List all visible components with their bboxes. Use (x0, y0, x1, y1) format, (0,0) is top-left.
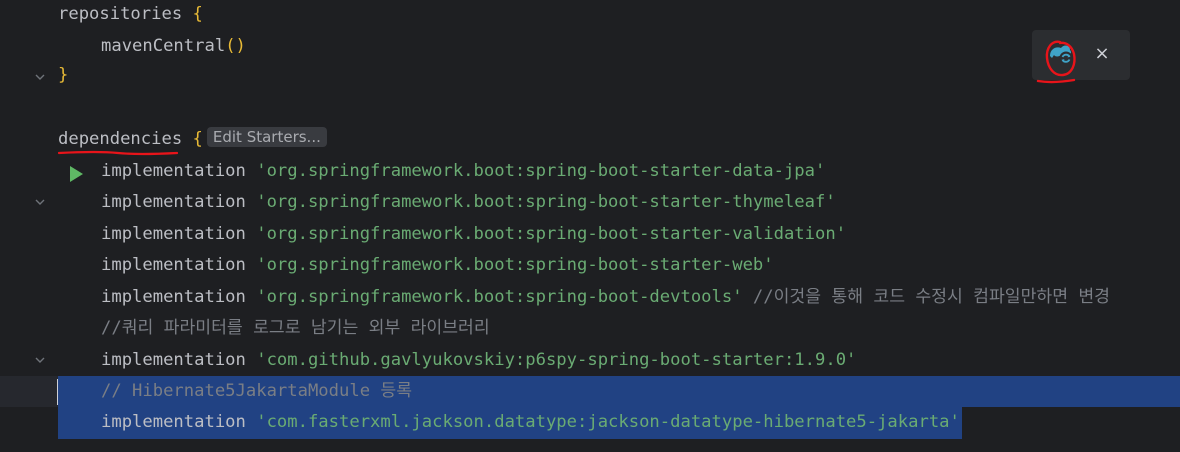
code-brace: { (192, 4, 203, 24)
load-gradle-changes-popup: × (1032, 30, 1130, 80)
code-keyword: implementation (101, 223, 257, 244)
code-token: dependencies (58, 129, 193, 149)
code-comment: //이것을 통해 코드 수정시 컴파일만하면 변경 (742, 286, 1110, 307)
fold-chevron-icon[interactable] (34, 291, 46, 363)
code-string: 'org.springframework.boot:spring-boot-st… (256, 192, 836, 212)
code-line-comment[interactable]: //쿼리 파라미터를 로그로 남기는 외부 라이브러리 (0, 313, 1180, 345)
code-token: repositories (58, 4, 193, 24)
code-line-mavencentral[interactable]: mavenCentral() (0, 31, 1180, 63)
code-paren: () (225, 35, 246, 56)
code-line-comment-selected[interactable]: // Hibernate5JakartaModule 등록 (0, 375, 1180, 407)
code-line-implementation-selected[interactable]: implementation 'com.fasterxml.jackson.da… (0, 407, 1180, 439)
fold-chevron-icon[interactable] (34, 133, 46, 205)
code-string: 'org.springframework.boot:spring-boot-st… (256, 223, 847, 244)
code-brace: { (192, 129, 203, 149)
code-keyword: implementation (101, 255, 257, 275)
code-line-implementation[interactable]: implementation 'com.github.gavlyukovskiy… (0, 345, 1180, 402)
code-keyword: implementation (101, 349, 257, 370)
code-token: mavenCentral (101, 35, 226, 56)
code-line-implementation[interactable]: implementation 'org.springframework.boot… (0, 156, 1180, 188)
code-line-implementation[interactable]: implementation 'org.springframework.boot… (0, 219, 1180, 251)
code-line-close-brace[interactable]: } (0, 60, 1180, 92)
code-brace: } (58, 65, 69, 85)
code-string: 'org.springframework.boot:spring-boot-st… (256, 255, 774, 275)
code-keyword: implementation (101, 160, 257, 181)
code-string: 'org.springframework.boot:spring-boot-st… (256, 160, 826, 181)
code-line-implementation[interactable]: implementation 'org.springframework.boot… (0, 282, 1180, 363)
run-gutter-icon[interactable] (6, 131, 84, 182)
code-keyword: implementation (101, 192, 257, 212)
intention-bulb-icon[interactable] (67, 350, 151, 402)
code-keyword: implementation (101, 286, 257, 307)
fold-chevron-icon[interactable] (34, 8, 46, 80)
code-line-repositories[interactable]: repositories { (0, 0, 1180, 80)
gradle-sync-icon[interactable] (1046, 40, 1076, 70)
code-string: 'org.springframework.boot:spring-boot-de… (256, 286, 743, 307)
code-comment: //쿼리 파라미터를 로그로 남기는 외부 라이브러리 (101, 317, 490, 338)
edit-starters-button[interactable]: Edit Starters... (206, 127, 327, 147)
code-string: 'com.github.gavlyukovskiy:p6spy-spring-b… (256, 349, 857, 370)
code-editor[interactable]: repositories { mavenCentral() } dependen… (0, 0, 1180, 452)
code-string: 'com.fasterxml.jackson.datatype:jackson-… (256, 412, 960, 432)
code-line-implementation[interactable]: implementation 'org.springframework.boot… (0, 187, 1180, 219)
close-button[interactable]: × (1090, 42, 1114, 66)
code-comment: // Hibernate5JakartaModule 등록 (101, 380, 413, 401)
code-line-empty[interactable] (0, 92, 1180, 124)
code-line-implementation[interactable]: implementation 'org.springframework.boot… (0, 250, 1180, 282)
code-keyword: implementation (101, 412, 257, 432)
